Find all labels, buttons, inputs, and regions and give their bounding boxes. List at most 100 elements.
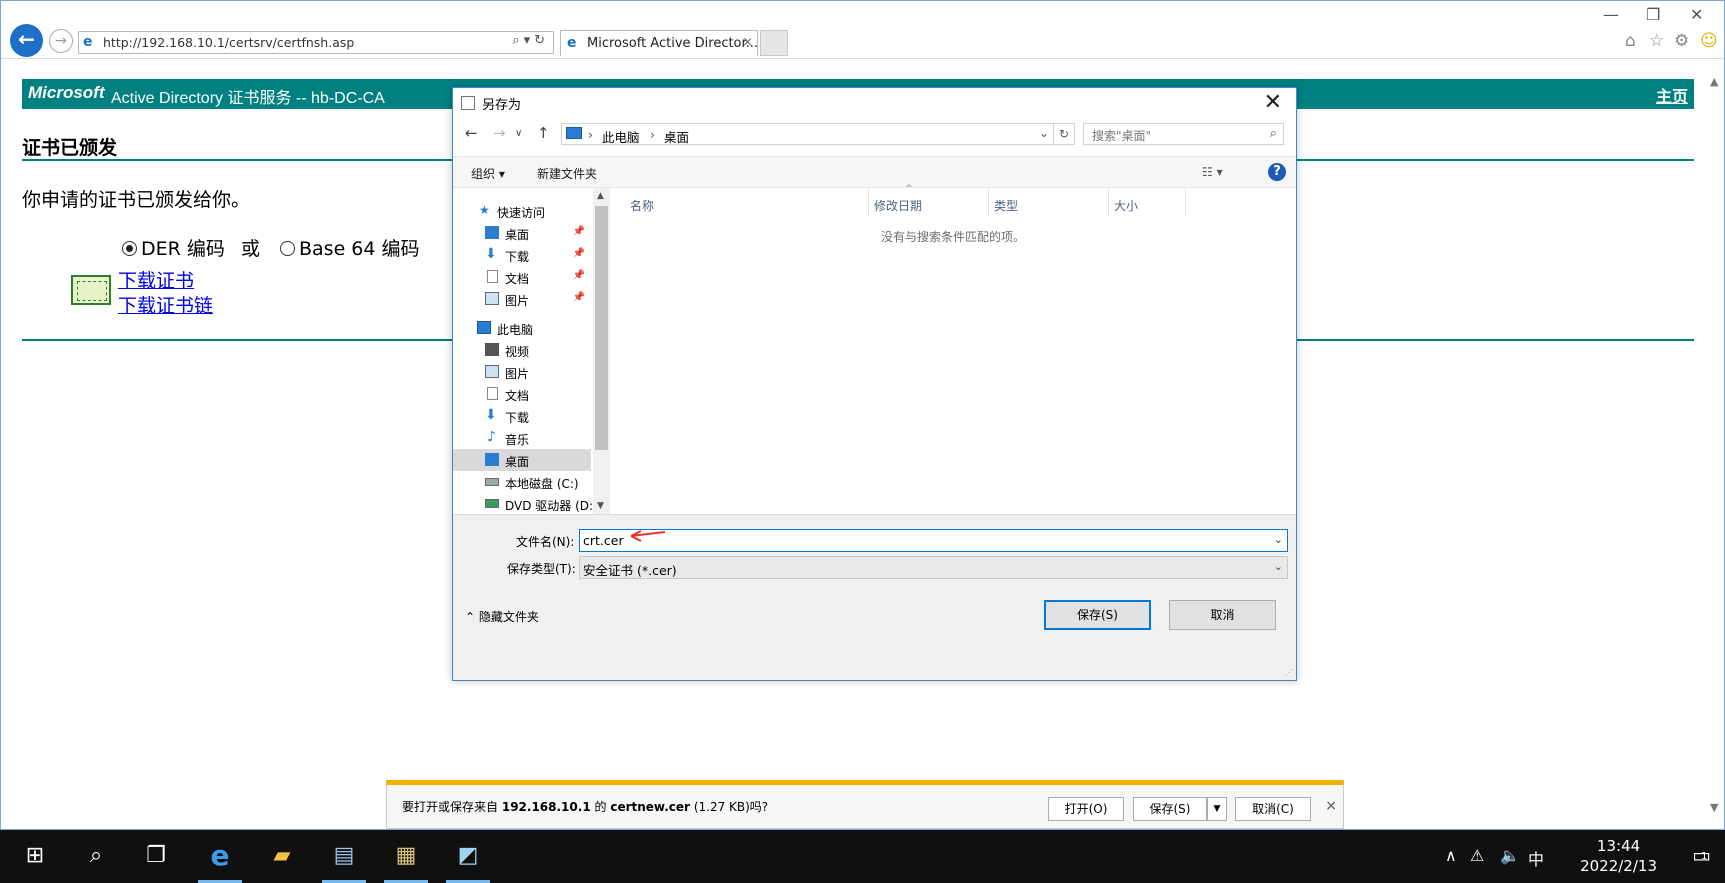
cancel-button[interactable]: 取消 (1169, 600, 1276, 630)
breadcrumb-desktop[interactable]: 桌面 (664, 127, 689, 146)
new-tab-button[interactable] (760, 30, 788, 56)
column-size[interactable]: 大小 (1114, 197, 1138, 214)
help-icon[interactable]: ? (1268, 163, 1286, 181)
show-hidden-icons[interactable]: ∧ (1445, 846, 1457, 865)
nav-pc-dvd[interactable]: DVD 驱动器 (D: (453, 493, 593, 515)
tab-close-icon[interactable]: × (742, 35, 753, 50)
task-view-button[interactable]: ❐ (126, 830, 186, 883)
column-type[interactable]: 类型 (994, 197, 1018, 214)
filetype-value[interactable]: 安全证书 (*.cer) (583, 560, 677, 579)
volume-muted-icon[interactable]: 🔈 (1500, 846, 1520, 865)
dropdown-icon[interactable]: ▾ (524, 33, 535, 48)
dialog-close-button[interactable]: ✕ (1264, 90, 1282, 115)
clock[interactable]: 13:44 2022/2/13 (1580, 836, 1657, 876)
browser-tab[interactable]: e Microsoft Active Director... × (560, 30, 758, 56)
dialog-forward-icon[interactable]: → (493, 124, 506, 142)
notification-center-button[interactable]: ▭ 1 (1692, 843, 1711, 867)
restore-button[interactable]: ❐ (1646, 5, 1660, 24)
breadcrumb-this-pc[interactable]: 此电脑 (602, 127, 640, 146)
column-divider[interactable] (988, 188, 989, 216)
favorites-icon[interactable]: ☆ (1649, 31, 1664, 51)
nav-pc-downloads[interactable]: ⬇ 下载 (453, 405, 591, 427)
scroll-down-icon[interactable]: ▼ (597, 501, 604, 511)
column-name[interactable]: 名称 (630, 197, 654, 214)
nav-quick-documents[interactable]: 文档 📌 (453, 266, 591, 288)
hide-folders-toggle[interactable]: ⌃ 隐藏文件夹 (465, 608, 539, 625)
home-link[interactable]: 主页 (1656, 83, 1688, 107)
chevron-down-icon[interactable]: ⌄ (1274, 560, 1283, 573)
up-folder-icon[interactable]: ↑ (537, 124, 550, 142)
nav-pc-music[interactable]: ♪ 音乐 (453, 427, 591, 449)
home-icon[interactable]: ⌂ (1625, 31, 1636, 51)
nav-pc-local-disk[interactable]: 本地磁盘 (C:) (453, 471, 591, 493)
nav-this-pc[interactable]: 此电脑 (453, 317, 591, 339)
taskbar-notepad[interactable]: ◩ (438, 830, 498, 883)
recent-locations-icon[interactable]: ∨ (515, 128, 522, 139)
refresh-button[interactable]: ↻ (1053, 123, 1075, 145)
nav-quick-downloads[interactable]: ⬇ 下载 📌 (453, 244, 591, 266)
hide-folders-label[interactable]: 隐藏文件夹 (479, 610, 539, 624)
open-button[interactable]: 打开(O) (1048, 797, 1124, 821)
column-date[interactable]: 修改日期 (874, 197, 922, 214)
refresh-icon[interactable]: ↻ (534, 33, 549, 48)
base64-label[interactable]: Base 64 编码 (299, 238, 420, 260)
nav-pc-videos[interactable]: 视频 (453, 339, 591, 361)
taskbar-search-button[interactable]: ⌕ (66, 830, 126, 883)
column-divider[interactable] (1185, 188, 1186, 216)
scroll-up-icon[interactable]: ▲ (597, 191, 604, 201)
download-cancel-button[interactable]: 取消(C) (1235, 797, 1311, 821)
dialog-back-icon[interactable]: ← (465, 124, 478, 142)
nav-scrollbar[interactable]: ▲ ▼ (593, 188, 610, 514)
taskbar-certificate-tool[interactable]: ▦ (376, 830, 436, 883)
nav-pc-pictures[interactable]: 图片 (453, 361, 591, 383)
organize-menu[interactable]: 组织 ▾ (471, 165, 505, 182)
settings-icon[interactable]: ⚙ (1674, 31, 1689, 51)
download-save-button[interactable]: 保存(S) (1133, 797, 1207, 821)
start-button[interactable]: ⊞ (5, 830, 65, 883)
base64-radio[interactable] (280, 241, 295, 256)
forward-button[interactable]: → (49, 29, 73, 53)
scroll-down-icon[interactable]: ▼ (1710, 801, 1718, 814)
save-button[interactable]: 保存(S) (1044, 600, 1151, 630)
download-chain-link[interactable]: 下载证书链 (118, 291, 213, 318)
search-icon[interactable]: ⌕ (512, 33, 523, 48)
nav-quick-pictures[interactable]: 图片 📌 (453, 288, 591, 310)
back-button[interactable]: ← (10, 24, 43, 57)
download-cert-link[interactable]: 下载证书 (118, 266, 194, 293)
save-options-dropdown[interactable]: ▼ (1207, 797, 1227, 821)
taskbar-file-explorer[interactable]: ▰ (252, 830, 312, 883)
column-divider[interactable] (1108, 188, 1109, 216)
chevron-down-icon[interactable]: ⌄ (1039, 126, 1049, 140)
address-bar[interactable]: e http://192.168.10.1/certsrv/certfnsh.a… (78, 31, 554, 54)
nav-quick-access[interactable]: ★ 快速访问 (453, 200, 591, 222)
der-radio[interactable] (122, 241, 137, 256)
resize-grip-icon[interactable]: ⋰ (1285, 668, 1293, 677)
breadcrumb[interactable]: › 此电脑 › 桌面 ⌄ (561, 123, 1054, 145)
view-options-button[interactable]: ☷ ▾ (1202, 165, 1223, 179)
smiley-icon[interactable]: ☺ (1700, 31, 1718, 51)
search-icon[interactable]: ⌕ (1270, 126, 1277, 141)
taskbar-server-manager[interactable]: ▤ (314, 830, 374, 883)
filename-field[interactable]: crt.cer ⌄ (579, 529, 1288, 552)
scrollbar-thumb[interactable] (595, 206, 608, 450)
filename-value[interactable]: crt.cer (583, 533, 624, 548)
new-folder-button[interactable]: 新建文件夹 (537, 165, 597, 182)
page-scrollbar[interactable]: ▲ ▼ (1706, 73, 1725, 821)
nav-pc-desktop[interactable]: 桌面 (453, 449, 591, 471)
column-divider[interactable] (868, 188, 869, 216)
minimize-button[interactable]: — (1603, 5, 1619, 24)
der-label[interactable]: DER 编码 (141, 238, 225, 260)
nav-pc-documents[interactable]: 文档 (453, 383, 591, 405)
address-url[interactable]: http://192.168.10.1/certsrv/certfnsh.asp (103, 35, 354, 50)
network-warning-icon[interactable]: ⚠ (1470, 846, 1484, 865)
close-icon[interactable]: × (1325, 798, 1337, 814)
scroll-up-icon[interactable]: ▲ (1710, 75, 1718, 88)
chevron-down-icon[interactable]: ⌄ (1274, 533, 1283, 546)
ime-indicator[interactable]: 中 (1528, 846, 1544, 870)
taskbar-ie[interactable]: e (190, 830, 250, 883)
nav-quick-desktop[interactable]: 桌面 📌 (453, 222, 591, 244)
filetype-select[interactable]: 安全证书 (*.cer) ⌄ (579, 556, 1288, 579)
close-window-button[interactable]: ✕ (1690, 5, 1703, 24)
search-input[interactable]: 搜索"桌面" ⌕ (1083, 123, 1284, 145)
address-tools[interactable]: ⌕▾↻ (512, 33, 549, 48)
